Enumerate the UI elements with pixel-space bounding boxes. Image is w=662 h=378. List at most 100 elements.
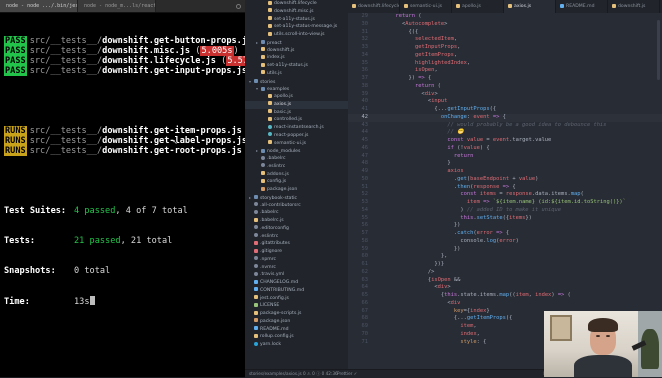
tree-file[interactable]: index.js: [245, 54, 348, 62]
code-line[interactable]: 36 isOpen,: [348, 67, 662, 75]
tree-file[interactable]: CHANGELOG.md: [245, 279, 348, 287]
dot-file-icon: [254, 202, 258, 206]
terminal-tab-react-test[interactable]: node - node_m...ls/react/test/: [78, 0, 156, 12]
tree-file[interactable]: downshift.misc.js: [245, 8, 348, 16]
code-line[interactable]: 41 {...getInputProps({: [348, 106, 662, 114]
code-line[interactable]: 63 {isOpen &&: [348, 277, 662, 285]
tree-file[interactable]: addons.js: [245, 171, 348, 179]
tree-file[interactable]: controlled.js: [245, 116, 348, 124]
tree-file[interactable]: README.md: [245, 326, 348, 334]
code-line[interactable]: 29 return (: [348, 13, 662, 21]
terminal-tab-jest[interactable]: node - node .../.bin/jest -w: [0, 0, 78, 12]
tree-file[interactable]: .eslintrc: [245, 163, 348, 171]
tree-file[interactable]: apollo.js: [245, 93, 348, 101]
code-line[interactable]: 60 },: [348, 253, 662, 261]
tree-file[interactable]: set-a11y-status.js: [245, 62, 348, 70]
editor-tab[interactable]: apollo.js: [452, 0, 504, 13]
code-line[interactable]: 52 const items = response.data.items.map…: [348, 191, 662, 199]
tree-file[interactable]: axios.js: [245, 100, 348, 109]
editor-tab[interactable]: semantic-ui.js: [400, 0, 452, 13]
code-line[interactable]: 61 })}: [348, 261, 662, 269]
code-line[interactable]: 39 <div>: [348, 91, 662, 99]
test-running-line: RUNS src/__tests__/downshift.get-root-pro…: [4, 146, 242, 156]
tree-file[interactable]: package-scripts.js: [245, 310, 348, 318]
tree-file[interactable]: yarn.lock: [245, 341, 348, 349]
code-line[interactable]: 50 .get(baseEndpoint + value): [348, 176, 662, 184]
tree-file[interactable]: .gitignore: [245, 248, 348, 256]
code-line[interactable]: 48 }: [348, 160, 662, 168]
code-line[interactable]: 62 />: [348, 269, 662, 277]
code-line[interactable]: 45 const value = event.target.value: [348, 137, 662, 145]
tree-file[interactable]: semantic-ui.js: [245, 140, 348, 148]
tree-file[interactable]: .babelrc: [245, 209, 348, 217]
code-line[interactable]: 55 this.setState({items}): [348, 215, 662, 223]
code-line[interactable]: 66 <div: [348, 300, 662, 308]
code-line[interactable]: 30 <Autocomplete>: [348, 21, 662, 29]
code-line[interactable]: 37 }) => {: [348, 75, 662, 83]
code-line[interactable]: 53 item => `${item.name} (id:${item.id.t…: [348, 199, 662, 207]
tree-file[interactable]: react-instantsearch.js: [245, 124, 348, 132]
code-area[interactable]: 29 return (30 <Autocomplete> 31 {({32 sel…: [348, 13, 662, 346]
code-line[interactable]: 59 }): [348, 246, 662, 254]
tree-file[interactable]: package.json: [245, 186, 348, 194]
tree-file[interactable]: .babelrc: [245, 155, 348, 163]
code-line[interactable]: 38 return (: [348, 83, 662, 91]
code-line[interactable]: 54 ) // added ID to make it unique: [348, 207, 662, 215]
tree-file[interactable]: set-a11y-status-message.js: [245, 23, 348, 31]
tree-folder[interactable]: ▾ stories: [245, 78, 348, 86]
tree-file[interactable]: utils.js: [245, 70, 348, 78]
code-line[interactable]: 42 onChange: event => {: [348, 113, 662, 122]
project-tree[interactable]: downshift.lifecycle downshift.misc.js set-…: [245, 0, 348, 369]
presenter-eye: [596, 335, 600, 337]
tree-file[interactable]: .eslintrc: [245, 233, 348, 241]
tree-folder[interactable]: ▾ examples: [245, 85, 348, 93]
code-line[interactable]: 65 {this.state.items.map((item, index) =…: [348, 292, 662, 300]
editor-tab[interactable]: downshift.js: [608, 0, 660, 13]
tree-file[interactable]: react-popper.js: [245, 132, 348, 140]
code-line[interactable]: 58 console.log(error): [348, 238, 662, 246]
editor-tab[interactable]: downshift.lifecycle: [348, 0, 400, 13]
tree-file[interactable]: .babelrc.js: [245, 217, 348, 225]
tree-file[interactable]: .all-contributorsrc: [245, 202, 348, 210]
tree-item-label: yarn.lock: [260, 342, 281, 347]
tree-file[interactable]: utils.scroll-into-view.js: [245, 31, 348, 39]
tree-file[interactable]: config.js: [245, 178, 348, 186]
code-line[interactable]: 44 // 😬: [348, 129, 662, 137]
code-line[interactable]: 49 axios: [348, 168, 662, 176]
tree-folder[interactable]: ▸ storybook-static: [245, 194, 348, 202]
tree-file[interactable]: .npmrc: [245, 256, 348, 264]
code-line[interactable]: 56 }): [348, 222, 662, 230]
editor-tab[interactable]: axios.js: [504, 0, 556, 13]
code-line[interactable]: 57 .catch(error => {: [348, 230, 662, 238]
tree-folder[interactable]: ▸ node_modules: [245, 147, 348, 155]
tree-file[interactable]: jest.config.js: [245, 295, 348, 303]
tree-file[interactable]: .gitattributes: [245, 240, 348, 248]
tree-item-label: react-popper.js: [274, 132, 309, 138]
tree-folder[interactable]: ▸ preact: [245, 39, 348, 47]
code-line[interactable]: 40 <input: [348, 98, 662, 106]
code-line[interactable]: 47 return: [348, 153, 662, 161]
code-line[interactable]: 32 selectedItem,: [348, 36, 662, 44]
code-line[interactable]: 35 highlightedIndex,: [348, 60, 662, 68]
code-line[interactable]: 33 getInputProps,: [348, 44, 662, 52]
tree-file[interactable]: .travis.yml: [245, 271, 348, 279]
code-line[interactable]: 34 getItemProps,: [348, 52, 662, 60]
code-line[interactable]: 46 if (!value) {: [348, 145, 662, 153]
tree-file[interactable]: downshift.lifecycle: [245, 0, 348, 8]
tree-file[interactable]: .editorconfig: [245, 225, 348, 233]
code-line[interactable]: 51 .then(response => {: [348, 184, 662, 192]
tree-file[interactable]: .nvmrc: [245, 264, 348, 272]
tree-file[interactable]: downshift.js: [245, 47, 348, 55]
code-line[interactable]: 64 <div>: [348, 284, 662, 292]
editor-tab[interactable]: README.md: [556, 0, 608, 13]
code-line[interactable]: 31 {({: [348, 29, 662, 37]
tree-file[interactable]: basic.js: [245, 109, 348, 117]
editor-scrollbar[interactable]: [657, 20, 660, 80]
tree-file[interactable]: LICENSE: [245, 302, 348, 310]
tree-file[interactable]: set-a11y-status.js: [245, 16, 348, 24]
terminal-pane[interactable]: node - node .../.bin/jest -w node - node…: [0, 0, 245, 377]
new-tab-icon[interactable]: [236, 3, 241, 9]
tree-file[interactable]: package.json: [245, 318, 348, 326]
tree-file[interactable]: rollup.config.js: [245, 333, 348, 341]
tree-file[interactable]: CONTRIBUTING.md: [245, 287, 348, 295]
